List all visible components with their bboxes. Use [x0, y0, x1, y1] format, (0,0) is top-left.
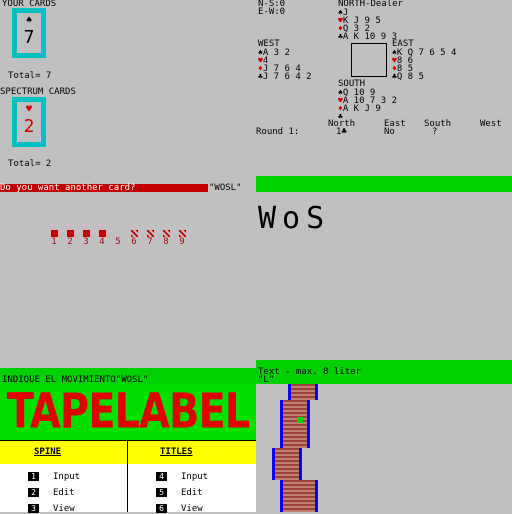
round-bid: 1♣: [336, 127, 347, 137]
digit-7[interactable]: 7: [142, 230, 158, 247]
digit-4[interactable]: 4: [94, 230, 110, 247]
spectrum-card: ♥ 2: [12, 97, 46, 147]
river-seg-2: [280, 400, 310, 448]
south-diamonds: ♦A K J 9: [338, 104, 381, 114]
digit-2[interactable]: 2: [62, 230, 78, 247]
ew-score: E-W:0: [258, 7, 286, 17]
digit-1[interactable]: 1: [46, 230, 62, 247]
your-total: Total= 7: [8, 71, 52, 81]
spectrum-total: Total= 2: [8, 159, 52, 169]
digit-9[interactable]: 9: [174, 230, 190, 247]
digit-row: 1 2 3 4 5 6 7 8 9: [46, 230, 190, 247]
card-rank: 2: [23, 116, 35, 137]
titles-view-item[interactable]: 6 View: [156, 504, 203, 514]
player-marker: [297, 417, 303, 423]
text-input[interactable]: "L": [258, 376, 274, 385]
titles-input-item[interactable]: 4 Input: [156, 472, 208, 482]
river-seg-4: [280, 480, 318, 512]
bid-col-west: West: [480, 119, 502, 129]
river-seg-3: [272, 448, 302, 480]
bridge-table: [351, 43, 387, 77]
bid-east: No: [384, 127, 395, 137]
digit-6[interactable]: 6: [126, 230, 142, 247]
heart-icon: ♥: [25, 104, 33, 115]
card-rank: 7: [23, 27, 35, 48]
round-label: Round 1:: [256, 127, 300, 137]
tapelabel-banner: TAPELABEL: [0, 384, 256, 440]
wos-logo: WoS: [258, 201, 331, 236]
your-card: ♠ 7: [12, 8, 46, 58]
river-seg-1: [288, 384, 318, 400]
spine-header-box: [0, 440, 128, 465]
east-clubs: ♣Q 8 5: [392, 72, 424, 82]
titles-edit-item[interactable]: 5 Edit: [156, 488, 203, 498]
digit-5[interactable]: 5: [110, 230, 126, 247]
digit-8[interactable]: 8: [158, 230, 174, 247]
spectrum-cards-label: SPECTRUM CARDS: [0, 87, 76, 97]
another-card-answer[interactable]: "WOSL": [209, 184, 242, 193]
another-card-question: Do you want another card?: [0, 183, 136, 193]
spine-edit-item[interactable]: 2 Edit: [28, 488, 75, 498]
digit-3[interactable]: 3: [78, 230, 94, 247]
bid-col-south: South: [424, 119, 452, 129]
titles-header: TITLES: [160, 447, 193, 457]
bid-south: ?: [432, 127, 438, 137]
west-clubs: ♣J 7 6 4 2: [258, 72, 312, 82]
tapelabel-title: TAPELABEL: [6, 384, 251, 440]
spine-header: SPINE: [34, 447, 62, 457]
wos-top-bar: [256, 176, 512, 192]
north-clubs: ♣A K 10 9 3: [338, 32, 398, 42]
spine-view-item[interactable]: 3 View: [28, 504, 75, 514]
spade-icon: ♠: [25, 15, 33, 26]
spine-input-item[interactable]: 1 Input: [28, 472, 80, 482]
